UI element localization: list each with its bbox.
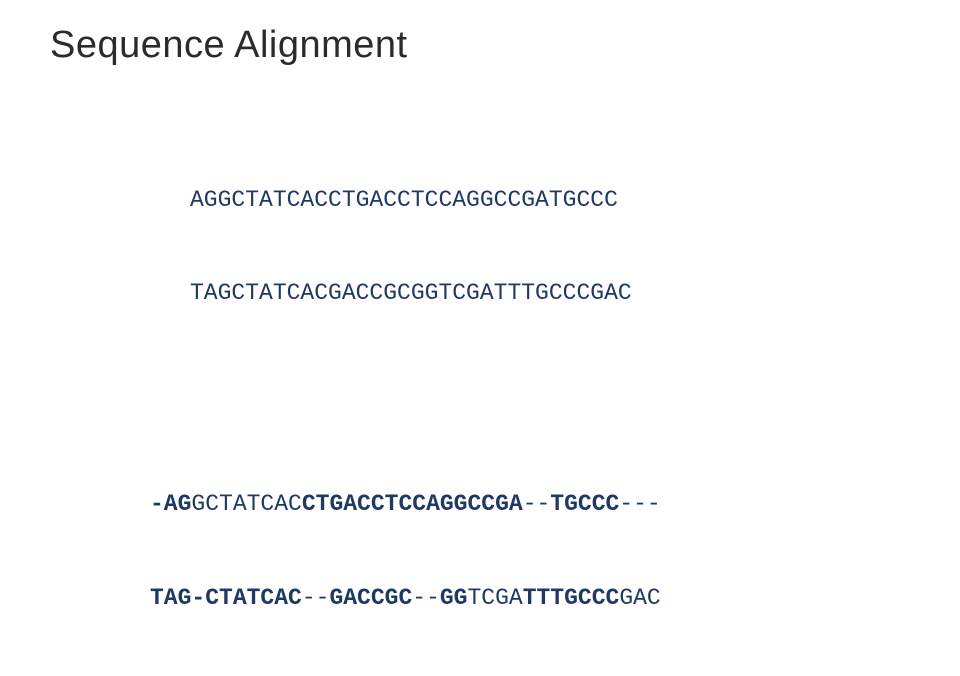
page-title: Sequence Alignment	[50, 24, 920, 67]
aligned-block: -AGGCTATCACCTGACCTCCAGGCCGA--TGCCC--- TA…	[150, 427, 920, 675]
seq2-raw: TAGCTATCACGACCGCGGTCGATTTGCCCGAC	[190, 278, 920, 309]
seg: -AG	[150, 491, 191, 517]
seg: --	[412, 585, 440, 611]
seq1-raw: AGGCTATCACCTGACCTCCAGGCCGATGCCC	[190, 185, 920, 216]
seg: TGCCC	[550, 491, 619, 517]
seg: GCTATCAC	[191, 491, 301, 517]
seg: TCGA	[467, 585, 522, 611]
seg: --	[302, 585, 330, 611]
unaligned-block: AGGCTATCACCTGACCTCCAGGCCGATGCCC TAGCTATC…	[190, 123, 920, 371]
seg: --	[523, 491, 551, 517]
seg: GG	[440, 585, 468, 611]
seg: ---	[619, 491, 660, 517]
seg: TAG-CTATCAC	[150, 585, 302, 611]
seq1-aligned: -AGGCTATCACCTGACCTCCAGGCCGA--TGCCC---	[150, 489, 920, 520]
seg: GACCGC	[329, 585, 412, 611]
seg: TTTGCCC	[523, 585, 620, 611]
seg: GAC	[619, 585, 660, 611]
slide: Sequence Alignment AGGCTATCACCTGACCTCCAG…	[0, 0, 960, 540]
seq2-aligned: TAG-CTATCAC--GACCGC--GGTCGATTTGCCCGAC	[150, 583, 920, 614]
seg: CTGACCTCCAGGCCGA	[302, 491, 523, 517]
